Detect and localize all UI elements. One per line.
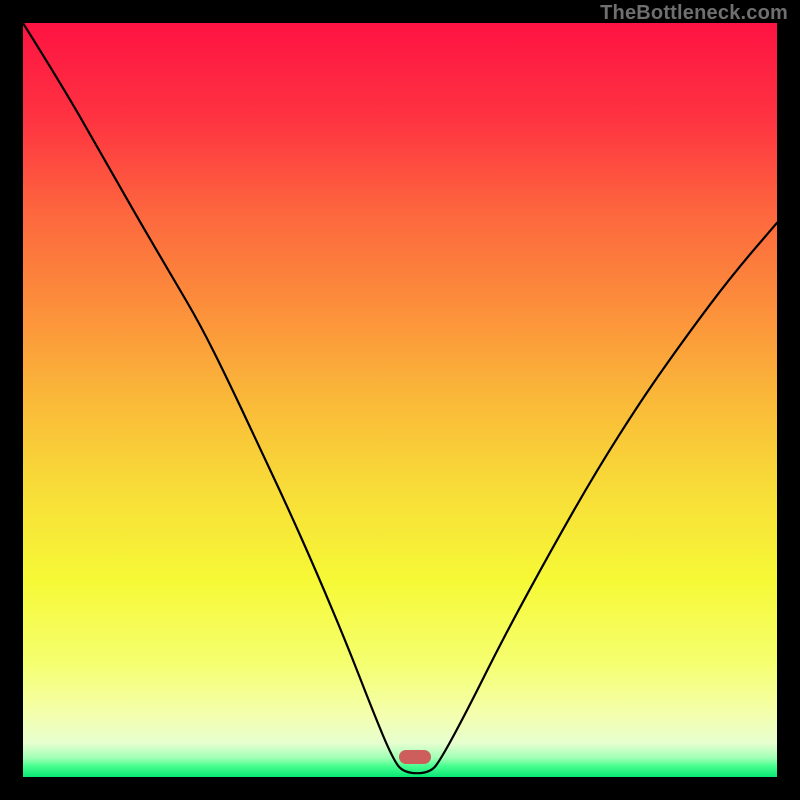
watermark-text: TheBottleneck.com <box>600 2 788 25</box>
optimal-marker <box>399 750 431 764</box>
background-gradient <box>23 23 777 777</box>
chart-frame: TheBottleneck.com <box>0 0 800 800</box>
plot-area <box>23 23 777 777</box>
